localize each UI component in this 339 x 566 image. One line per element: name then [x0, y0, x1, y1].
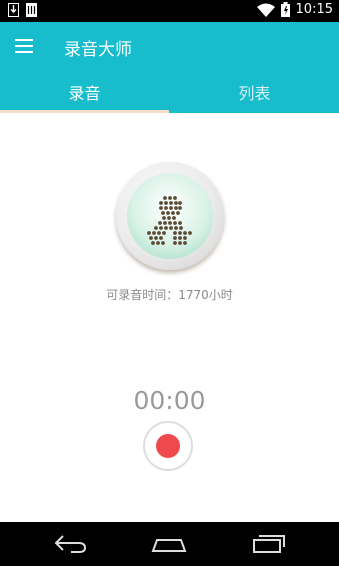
navigation-bar	[0, 522, 339, 566]
menu-icon	[15, 39, 33, 53]
record-icon	[156, 434, 180, 458]
download-icon	[8, 3, 19, 17]
app-logo	[116, 162, 224, 270]
app-bar: 录音大师	[0, 22, 339, 70]
recording-timer: 00:00	[133, 386, 206, 415]
logo-ring	[116, 162, 224, 270]
tab-indicator	[0, 110, 169, 113]
status-bar: 10:15	[0, 0, 339, 22]
tab-list[interactable]: 列表	[170, 70, 339, 113]
tab-bar: 录音 列表	[0, 70, 339, 113]
recent-apps-icon[interactable]	[252, 532, 286, 554]
available-recording-time: 可录音时间：1770小时	[106, 288, 233, 302]
tab-list-label: 列表	[238, 83, 271, 103]
tab-record[interactable]: 录音	[0, 70, 169, 113]
status-time: 10:15	[295, 2, 333, 17]
app-title: 录音大师	[64, 40, 132, 60]
microphone-dots-logo	[147, 196, 192, 245]
home-icon[interactable]	[151, 532, 187, 554]
battery-icon	[280, 2, 290, 17]
menu-button[interactable]	[15, 39, 33, 53]
record-button[interactable]	[143, 421, 193, 471]
wifi-icon	[256, 3, 275, 17]
back-icon[interactable]	[53, 532, 87, 554]
tab-record-label: 录音	[68, 83, 101, 103]
storage-icon	[26, 3, 37, 17]
logo-face	[127, 173, 213, 259]
